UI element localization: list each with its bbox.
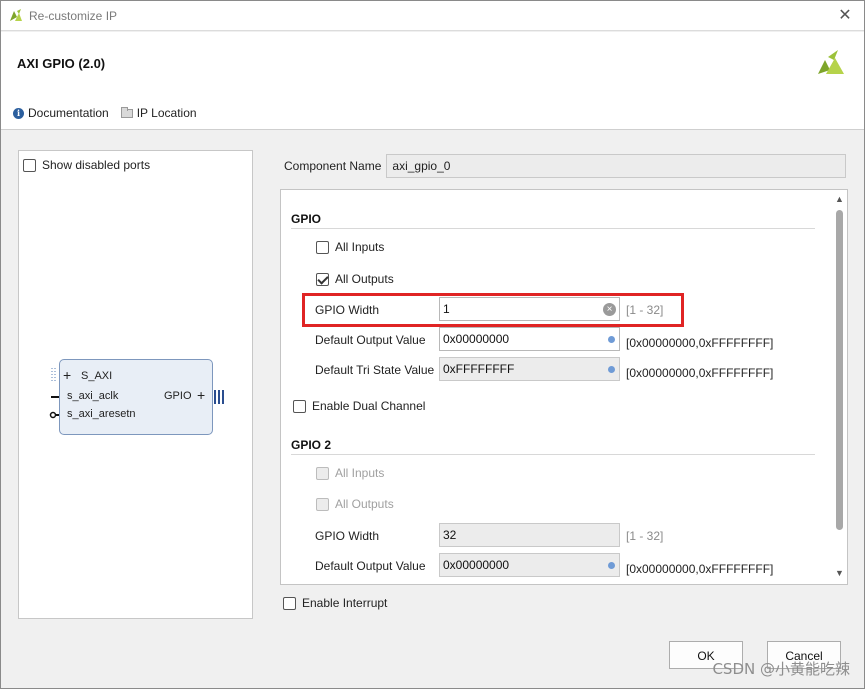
ip-block-symbol[interactable]: + S_AXI s_axi_aclk s_axi_aresetn GPIO + <box>59 359 213 435</box>
default-tri-field[interactable]: 0xFFFFFFFF <box>439 357 620 381</box>
gpio2-all-outputs-checkbox[interactable] <box>316 497 329 511</box>
port-s-axi: S_AXI <box>81 370 113 382</box>
gpio-all-outputs-label: All Outputs <box>335 272 394 286</box>
close-icon: ✕ <box>838 7 852 24</box>
default-output-range: [0x00000000,0xFFFFFFFF] <box>626 336 774 350</box>
gpio-all-inputs-checkbox[interactable] <box>316 240 329 254</box>
gpio-section-title: GPIO <box>291 212 322 226</box>
gpio2-section-divider <box>291 454 815 455</box>
default-tri-label: Default Tri State Value <box>315 363 435 377</box>
recustomize-ip-dialog: Re-customize IP ✕ AXI GPIO (2.0) i Docum… <box>0 0 865 689</box>
gpio-all-outputs-row[interactable]: All Outputs <box>316 272 394 286</box>
gpio2-default-output-field[interactable]: 0x00000000 <box>439 553 620 577</box>
symbol-panel: Show disabled ports + S_AXI s_axi_aclk s… <box>18 150 253 619</box>
show-disabled-ports-label: Show disabled ports <box>42 158 151 172</box>
gpio-section-divider <box>291 228 815 229</box>
vivado-logo-icon <box>10 9 22 21</box>
component-name-field[interactable]: axi_gpio_0 <box>386 154 847 178</box>
csdn-watermark: CSDN @小黄能吃辣 <box>712 660 850 678</box>
show-disabled-ports-row[interactable]: Show disabled ports <box>23 158 150 172</box>
default-tri-range: [0x00000000,0xFFFFFFFF] <box>626 366 774 380</box>
plus-icon[interactable]: + <box>63 368 71 382</box>
gpio2-all-inputs-row[interactable]: All Inputs <box>316 466 384 480</box>
info-icon <box>608 336 615 343</box>
enable-interrupt-checkbox[interactable] <box>283 596 296 610</box>
scrollbar-thumb[interactable] <box>836 210 843 530</box>
gpio-all-outputs-checkbox[interactable] <box>316 272 329 286</box>
gpio2-all-outputs-row[interactable]: All Outputs <box>316 497 394 511</box>
vivado-brand-icon <box>818 50 844 74</box>
documentation-label: Documentation <box>28 106 109 120</box>
info-icon <box>608 366 615 373</box>
folder-icon <box>120 106 133 118</box>
gpio2-width-value: 32 <box>443 528 457 542</box>
gpio2-width-range: [1 - 32] <box>626 529 664 543</box>
header-links: i Documentation IP Location <box>13 106 209 120</box>
gpio-all-inputs-row[interactable]: All Inputs <box>316 240 384 254</box>
port-s-axi-aclk: s_axi_aclk <box>67 390 119 402</box>
gpio-all-inputs-label: All Inputs <box>335 240 385 254</box>
info-icon: i <box>13 107 24 119</box>
ip-title: AXI GPIO (2.0) <box>17 56 106 71</box>
ip-location-label: IP Location <box>136 106 197 120</box>
component-name-label: Component Name <box>284 159 382 173</box>
parameter-scrollbar[interactable]: ▲ ▼ <box>832 190 847 584</box>
component-name-row: Component Name axi_gpio_0 <box>284 154 847 178</box>
default-output-label: Default Output Value <box>315 333 426 347</box>
default-output-field[interactable]: 0x00000000 <box>439 327 620 351</box>
gpio2-section-title: GPIO 2 <box>291 438 332 452</box>
gpio-bus-stub <box>214 390 224 404</box>
gpio-width-highlight <box>302 293 684 327</box>
close-button[interactable]: ✕ <box>834 5 856 27</box>
parameter-panel: GPIO All Inputs All Outputs GPIO Width 1… <box>280 189 848 585</box>
info-icon <box>608 562 615 569</box>
enable-dual-channel-checkbox[interactable] <box>293 399 306 413</box>
gpio2-all-inputs-label: All Inputs <box>335 466 385 480</box>
documentation-link[interactable]: i Documentation <box>13 106 109 120</box>
plus-icon[interactable]: + <box>197 388 205 402</box>
gpio2-width-field[interactable]: 32 <box>439 523 620 547</box>
show-disabled-ports-checkbox[interactable] <box>23 158 36 172</box>
chevron-up-icon[interactable]: ▲ <box>834 194 845 205</box>
enable-interrupt-label: Enable Interrupt <box>302 596 388 610</box>
dialog-header: AXI GPIO (2.0) i Documentation IP Locati… <box>1 32 864 130</box>
gpio2-all-outputs-label: All Outputs <box>335 497 394 511</box>
enable-dual-channel-row[interactable]: Enable Dual Channel <box>293 399 425 413</box>
ip-location-link[interactable]: IP Location <box>120 106 197 120</box>
enable-interrupt-row[interactable]: Enable Interrupt <box>283 596 387 610</box>
window-title: Re-customize IP <box>29 9 118 23</box>
default-tri-value: 0xFFFFFFFF <box>443 362 515 376</box>
port-s-axi-aresetn: s_axi_aresetn <box>67 408 136 420</box>
title-bar: Re-customize IP ✕ <box>1 1 864 31</box>
default-output-value: 0x00000000 <box>443 332 510 346</box>
gpio2-default-output-range: [0x00000000,0xFFFFFFFF] <box>626 562 774 576</box>
port-gpio: GPIO <box>164 390 192 402</box>
chevron-down-icon[interactable]: ▼ <box>834 568 845 579</box>
s-axi-bus-stub <box>51 368 56 381</box>
gpio2-width-label: GPIO Width <box>315 529 380 543</box>
gpio2-all-inputs-checkbox[interactable] <box>316 466 329 480</box>
gpio2-default-output-label: Default Output Value <box>315 559 426 573</box>
gpio2-default-output-value: 0x00000000 <box>443 558 510 572</box>
enable-dual-channel-label: Enable Dual Channel <box>312 399 426 413</box>
